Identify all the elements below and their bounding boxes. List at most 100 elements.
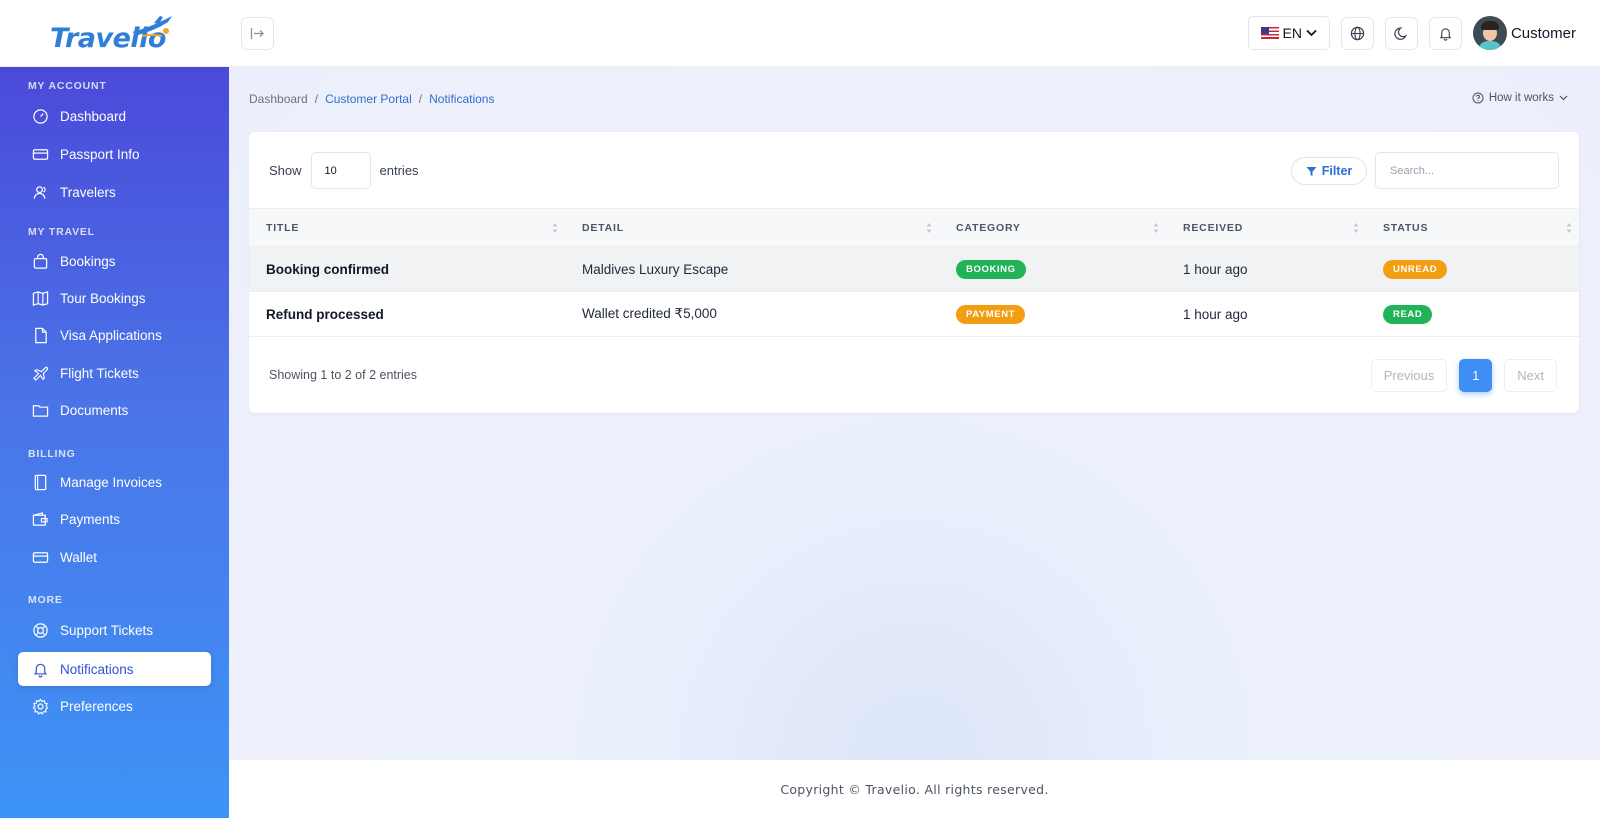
- user-menu[interactable]: Customer: [1472, 16, 1576, 50]
- avatar: [1472, 16, 1507, 50]
- collapse-sidebar-icon: [250, 28, 264, 39]
- table-header-row: TITLE DETAIL CATEGORY RECEIVED STATUS: [249, 208, 1579, 247]
- filter-button[interactable]: Filter: [1291, 157, 1367, 185]
- how-it-works-label: How it works: [1488, 92, 1554, 104]
- column-header-received[interactable]: RECEIVED: [1166, 208, 1366, 247]
- language-selector[interactable]: EN: [1247, 16, 1330, 50]
- entries-label: entries: [379, 163, 419, 178]
- entries-control: Show 10 entries: [269, 152, 419, 189]
- entries-per-page-input[interactable]: 10: [310, 152, 371, 189]
- sidebar: MY ACCOUNT Dashboard Passport Info Trave…: [0, 67, 229, 818]
- column-header-status[interactable]: STATUS: [1366, 208, 1579, 247]
- status-badge: UNREAD: [1383, 259, 1448, 279]
- filter-icon: [1306, 166, 1317, 176]
- gear-icon: [32, 697, 49, 715]
- sidebar-item-label: Wallet: [60, 549, 98, 565]
- column-header-detail[interactable]: DETAIL: [565, 208, 939, 247]
- top-header: Travelio EN Customer: [0, 0, 1600, 67]
- search-input[interactable]: Search...: [1375, 152, 1559, 189]
- sidebar-item-label: Notifications: [60, 661, 134, 677]
- breadcrumb-customer-portal[interactable]: Customer Portal: [325, 92, 412, 106]
- chevron-down-icon: [1559, 95, 1568, 101]
- sidebar-item-support-tickets[interactable]: Support Tickets: [18, 613, 211, 647]
- sidebar-item-label: Visa Applications: [60, 327, 162, 343]
- sidebar-item-label: Passport Info: [60, 146, 140, 162]
- sort-icon: [926, 223, 932, 233]
- table-row[interactable]: Booking confirmed Maldives Luxury Escape…: [249, 246, 1579, 292]
- cell-category: BOOKING: [939, 246, 1166, 292]
- sidebar-item-manage-invoices[interactable]: Manage Invoices: [18, 465, 211, 499]
- sidebar-item-label: Support Tickets: [60, 622, 154, 638]
- sidebar-item-label: Documents: [60, 402, 129, 418]
- breadcrumb: Dashboard / Customer Portal / Notificati…: [249, 92, 494, 106]
- gauge-icon: [33, 108, 48, 124]
- pagination: Previous 1 Next: [1370, 359, 1557, 392]
- lifebuoy-icon: [33, 622, 48, 638]
- sidebar-item-documents[interactable]: Documents: [18, 393, 211, 427]
- cell-title: Refund processed: [249, 291, 565, 337]
- sidebar-item-passport-info[interactable]: Passport Info: [18, 137, 211, 171]
- category-badge: PAYMENT: [956, 304, 1026, 324]
- sidebar-item-dashboard[interactable]: Dashboard: [18, 99, 211, 133]
- bag-icon: [33, 253, 48, 269]
- page-button-1[interactable]: 1: [1459, 359, 1493, 392]
- how-it-works-button[interactable]: How it works: [1472, 92, 1568, 104]
- next-page-button[interactable]: Next: [1504, 359, 1557, 392]
- sidebar-item-payments[interactable]: Payments: [18, 502, 211, 536]
- category-badge: BOOKING: [956, 259, 1026, 279]
- header-actions: EN Customer: [1247, 16, 1576, 50]
- sidebar-item-label: Flight Tickets: [60, 365, 139, 381]
- sidebar-item-label: Payments: [60, 511, 121, 527]
- wallet-icon: [32, 511, 48, 526]
- sidebar-item-wallet[interactable]: Wallet: [18, 540, 211, 574]
- notifications-table: TITLE DETAIL CATEGORY RECEIVED STATUS Bo…: [249, 208, 1579, 337]
- section-title-more: MORE: [28, 594, 63, 606]
- sidebar-item-visa-applications[interactable]: Visa Applications: [18, 318, 211, 352]
- sidebar-item-travelers[interactable]: Travelers: [18, 175, 211, 209]
- sidebar-item-label: Dashboard: [60, 108, 127, 124]
- sidebar-item-bookings[interactable]: Bookings: [18, 244, 211, 278]
- bell-icon: [1439, 27, 1452, 41]
- sort-icon: [1566, 223, 1572, 233]
- section-title-my-travel: MY TRAVEL: [28, 226, 95, 238]
- breadcrumb-dashboard[interactable]: Dashboard: [249, 92, 308, 106]
- cell-received: 1 hour ago: [1166, 291, 1366, 337]
- previous-page-button[interactable]: Previous: [1370, 359, 1448, 392]
- copyright-text: Copyright © Travelio. All rights reserve…: [780, 781, 1049, 797]
- sidebar-item-flight-tickets[interactable]: Flight Tickets: [18, 356, 211, 390]
- us-flag-icon: [1260, 27, 1279, 39]
- plane-icon: [33, 366, 49, 381]
- sidebar-item-tour-bookings[interactable]: Tour Bookings: [18, 281, 211, 315]
- globe-button[interactable]: [1340, 16, 1374, 50]
- folder-icon: [32, 404, 49, 417]
- sidebar-item-label: Preferences: [60, 698, 133, 714]
- cell-detail: Wallet credited ₹5,000: [565, 291, 939, 337]
- moon-icon: [1394, 26, 1408, 40]
- cell-received: 1 hour ago: [1166, 246, 1366, 292]
- entries-summary: Showing 1 to 2 of 2 entries: [269, 368, 418, 382]
- sidebar-item-preferences[interactable]: Preferences: [18, 689, 211, 723]
- breadcrumb-separator: /: [314, 92, 319, 106]
- notifications-card: Show 10 entries Filter Search... TITLE D…: [249, 132, 1579, 413]
- theme-toggle-button[interactable]: [1384, 16, 1418, 50]
- filter-label: Filter: [1321, 164, 1353, 178]
- brand-logo[interactable]: Travelio: [50, 12, 172, 54]
- file-icon: [35, 327, 47, 343]
- sidebar-item-notifications[interactable]: Notifications: [18, 652, 211, 686]
- column-header-category[interactable]: CATEGORY: [939, 208, 1166, 247]
- table-row[interactable]: Refund processed Wallet credited ₹5,000 …: [249, 291, 1579, 337]
- notifications-button[interactable]: [1428, 16, 1462, 50]
- sidebar-toggle-button[interactable]: [241, 17, 274, 50]
- sidebar-item-label: Tour Bookings: [60, 290, 146, 306]
- bell-icon: [33, 663, 48, 677]
- column-header-title[interactable]: TITLE: [249, 208, 565, 247]
- cell-title: Booking confirmed: [249, 246, 565, 292]
- cell-detail: Maldives Luxury Escape: [565, 246, 939, 292]
- credit-card-icon: [32, 551, 49, 563]
- breadcrumb-notifications: Notifications: [429, 92, 495, 106]
- help-circle-icon: [1472, 92, 1484, 104]
- sidebar-item-label: Bookings: [60, 253, 116, 269]
- sort-icon: [1353, 223, 1359, 233]
- user-name: Customer: [1510, 24, 1576, 42]
- language-label: EN: [1282, 25, 1302, 41]
